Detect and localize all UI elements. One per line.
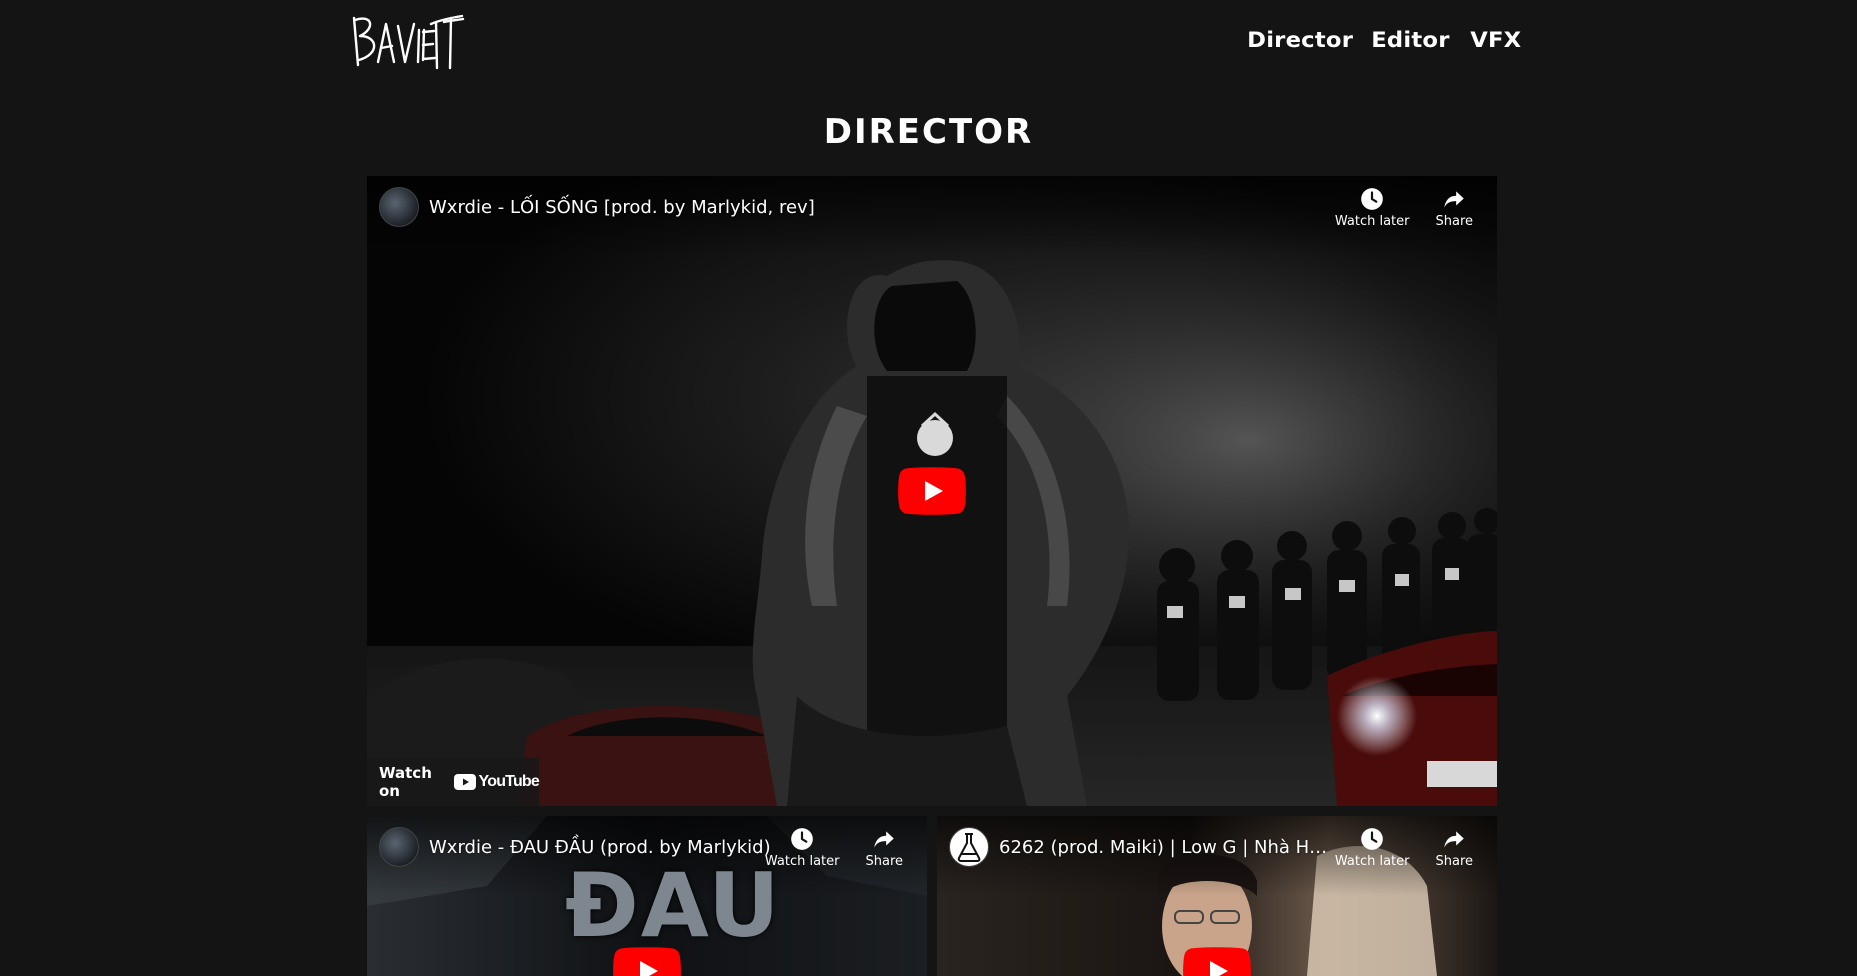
youtube-play-icon (453, 774, 476, 790)
clock-icon (1361, 828, 1384, 850)
video-actions: Watch later Share (765, 826, 903, 869)
channel-avatar[interactable] (379, 187, 419, 227)
channel-avatar[interactable] (379, 827, 419, 867)
video-actions: Watch later Share (1335, 186, 1473, 229)
share-button[interactable]: Share (1435, 186, 1473, 229)
nav-director-link[interactable]: Director (1247, 28, 1353, 52)
youtube-logo: YouTube (453, 773, 540, 791)
play-icon (898, 467, 966, 515)
share-label: Share (1435, 214, 1473, 229)
video-title[interactable]: Wxrdie - LỐI SỐNG [prod. by Marlykid, re… (429, 197, 815, 218)
share-label: Share (865, 854, 903, 869)
video-embed-main[interactable]: Wxrdie - LỐI SỐNG [prod. by Marlykid, re… (367, 176, 1497, 806)
main-nav: Director Editor VFX (1247, 28, 1521, 52)
play-button[interactable] (898, 467, 966, 515)
flask-icon (957, 833, 981, 862)
share-arrow-icon (1444, 831, 1464, 848)
thumbnail-text: ĐAU (565, 854, 782, 957)
watch-later-button[interactable]: Watch later (764, 826, 840, 869)
watch-later-button[interactable]: Watch later (1334, 826, 1410, 869)
play-icon (613, 947, 681, 976)
site-header: Director Editor VFX (0, 0, 1857, 90)
share-arrow-icon (874, 831, 894, 848)
watch-on-youtube-button[interactable]: Watch on YouTube (367, 758, 540, 806)
video-title[interactable]: 6262 (prod. Maiki) | Low G | Nhà Hoá Học… (999, 837, 1329, 858)
page-title: DIRECTOR (823, 112, 1034, 152)
watch-later-label: Watch later (1334, 854, 1410, 869)
share-button[interactable]: Share (1435, 826, 1473, 869)
play-button[interactable] (1183, 947, 1251, 976)
clock-icon (1361, 188, 1384, 210)
watch-on-label: Watch on (379, 764, 432, 800)
play-icon (1183, 947, 1251, 976)
nav-editor-link[interactable]: Editor (1371, 28, 1449, 52)
video-actions: Watch later Share (1335, 826, 1473, 869)
share-label: Share (1435, 854, 1473, 869)
video-embed-3[interactable]: 6262 (prod. Maiki) | Low G | Nhà Hoá Học… (937, 816, 1497, 976)
logo-signature-icon (352, 14, 465, 70)
channel-avatar[interactable] (949, 827, 989, 867)
watch-later-label: Watch later (764, 854, 840, 869)
video-embed-2[interactable]: ĐAU Wxrdie - ĐAU ĐẦU (prod. by Marlykid)… (367, 816, 927, 976)
watch-later-button[interactable]: Watch later (1334, 186, 1410, 229)
nav-vfx-link[interactable]: VFX (1470, 28, 1521, 52)
play-button[interactable] (613, 947, 681, 976)
share-button[interactable]: Share (865, 826, 903, 869)
youtube-wordmark: YouTube (478, 773, 540, 790)
video-title[interactable]: Wxrdie - ĐAU ĐẦU (prod. by Marlykid) (429, 837, 771, 858)
share-arrow-icon (1444, 191, 1464, 208)
site-logo[interactable] (350, 10, 465, 70)
clock-icon (791, 828, 814, 850)
watch-later-label: Watch later (1334, 214, 1410, 229)
